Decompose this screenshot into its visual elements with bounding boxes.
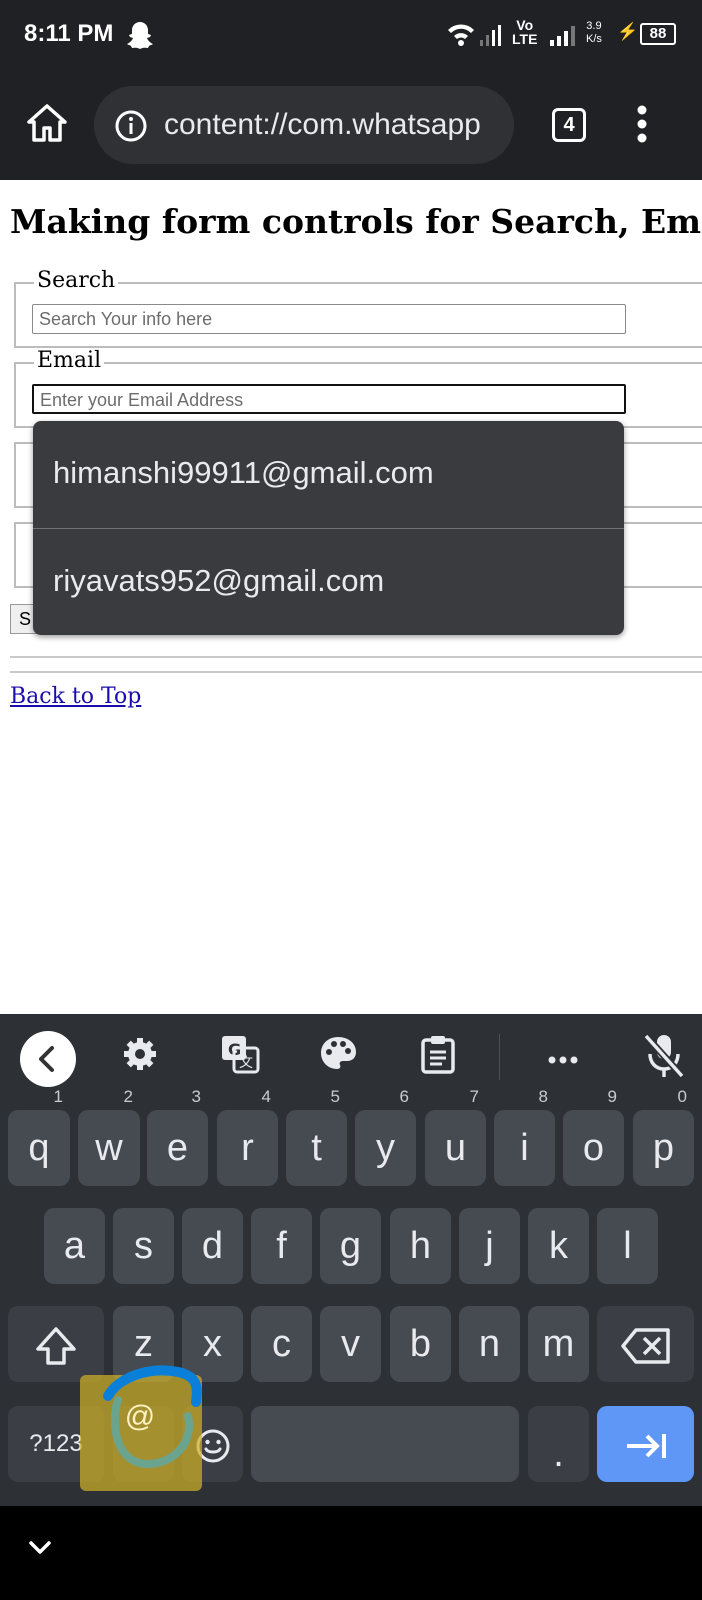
- key-label: w: [95, 1127, 123, 1169]
- signal-icon: [548, 24, 578, 53]
- key-w[interactable]: w2: [78, 1088, 140, 1186]
- key-c[interactable]: c: [251, 1306, 312, 1382]
- email-input[interactable]: Enter your Email Address: [32, 384, 626, 414]
- key-label: y: [376, 1127, 395, 1169]
- key-hint: 9: [607, 1087, 617, 1106]
- key-label: q: [28, 1127, 50, 1169]
- period-label: .: [553, 1433, 564, 1475]
- key-hint: 8: [538, 1087, 548, 1106]
- key-e[interactable]: e3: [147, 1088, 208, 1186]
- email-fieldset: Email Enter your Email Address: [14, 348, 702, 428]
- key-s[interactable]: s: [113, 1208, 174, 1284]
- key-r[interactable]: r4: [217, 1088, 278, 1186]
- more-vert-icon[interactable]: [636, 104, 648, 149]
- key-label: p: [652, 1127, 675, 1169]
- key-label: t: [311, 1127, 322, 1169]
- divider: [10, 671, 702, 673]
- email-legend: Email: [34, 348, 105, 373]
- shift-icon: [33, 1323, 79, 1365]
- search-fieldset: Search Search Your info here: [14, 268, 702, 348]
- key-b[interactable]: b: [390, 1306, 451, 1382]
- translate-icon[interactable]: G文: [220, 1034, 260, 1079]
- backspace-key[interactable]: [597, 1306, 694, 1382]
- period-key[interactable]: .: [528, 1406, 589, 1482]
- browser-toolbar: content://com.whatsapp 4: [0, 72, 702, 180]
- clipboard-icon[interactable]: [420, 1034, 456, 1079]
- key-a[interactable]: a: [44, 1208, 105, 1284]
- back-icon[interactable]: [20, 1031, 76, 1087]
- key-m[interactable]: m: [528, 1306, 589, 1382]
- svg-text:文: 文: [239, 1055, 253, 1071]
- search-legend: Search: [34, 268, 119, 293]
- volte-top: Vo: [516, 17, 534, 33]
- key-d[interactable]: d: [182, 1208, 243, 1284]
- tab-switcher-button[interactable]: 4: [552, 108, 586, 142]
- chevron-down-icon[interactable]: [28, 1540, 52, 1561]
- key-o[interactable]: o9: [563, 1088, 624, 1186]
- status-bar: 8:11 PM Vo LTE 3.9 K/s ⚡ 88: [0, 0, 702, 72]
- tab-next-icon: [623, 1423, 669, 1465]
- settings-icon[interactable]: [120, 1034, 160, 1079]
- key-g[interactable]: g: [320, 1208, 381, 1284]
- mic-off-icon[interactable]: [642, 1032, 686, 1085]
- key-hint: 3: [191, 1087, 201, 1106]
- key-f[interactable]: f: [251, 1208, 312, 1284]
- charging-icon: ⚡: [617, 22, 639, 41]
- snapchat-icon: [126, 20, 154, 55]
- key-label: u: [444, 1127, 467, 1169]
- autofill-option[interactable]: himanshi99911@gmail.com: [33, 421, 624, 525]
- next-key[interactable]: [597, 1406, 694, 1482]
- autofill-option[interactable]: riyavats952@gmail.com: [33, 529, 624, 633]
- key-t[interactable]: t5: [286, 1088, 347, 1186]
- key-hint: 1: [53, 1087, 63, 1106]
- palette-icon[interactable]: [318, 1034, 358, 1079]
- battery-indicator: 88: [640, 23, 676, 45]
- navigation-bar: [0, 1506, 702, 1600]
- key-label: r: [241, 1127, 254, 1169]
- key-label: o: [582, 1127, 605, 1169]
- key-y[interactable]: y6: [355, 1088, 416, 1186]
- key-u[interactable]: u7: [425, 1088, 486, 1186]
- key-hint: 7: [469, 1087, 479, 1106]
- speed-value: 3.9: [586, 20, 602, 32]
- info-icon[interactable]: [114, 109, 148, 148]
- key-p[interactable]: p0: [633, 1088, 694, 1186]
- wifi-icon: [446, 20, 506, 55]
- key-l[interactable]: l: [597, 1208, 658, 1284]
- toolbar-divider: [499, 1034, 500, 1080]
- volte-bottom: LTE: [512, 31, 538, 47]
- key-v[interactable]: v: [320, 1306, 381, 1382]
- key-hint: 4: [261, 1087, 271, 1106]
- key-label: e: [166, 1127, 189, 1169]
- clock: 8:11 PM: [24, 20, 114, 47]
- search-input[interactable]: Search Your info here: [32, 304, 626, 334]
- backspace-icon: [620, 1323, 672, 1365]
- key-h[interactable]: h: [390, 1208, 451, 1284]
- key-hint: 5: [330, 1087, 340, 1106]
- net-speed: 3.9 K/s: [586, 20, 602, 46]
- speed-unit: K/s: [586, 33, 602, 45]
- key-i[interactable]: i8: [494, 1088, 555, 1186]
- key-hint: 0: [677, 1087, 687, 1106]
- key-hint: 6: [399, 1087, 409, 1106]
- volte-badge: Vo LTE: [512, 18, 537, 46]
- key-label: i: [520, 1127, 529, 1169]
- back-to-top-link[interactable]: Back to Top: [10, 684, 141, 709]
- url-bar[interactable]: content://com.whatsapp: [94, 86, 514, 164]
- page-title: Making form controls for Search, Email,: [10, 202, 702, 241]
- more-icon[interactable]: [548, 1052, 578, 1070]
- key-q[interactable]: q1: [8, 1088, 70, 1186]
- key-hint: 2: [123, 1087, 133, 1106]
- home-icon[interactable]: [26, 102, 68, 149]
- keyboard-toolbar: G文: [0, 1014, 702, 1100]
- url-text: content://com.whatsapp: [164, 108, 481, 141]
- divider: [10, 656, 702, 658]
- at-key-label: @: [124, 1400, 156, 1433]
- autofill-dropdown: himanshi99911@gmail.com riyavats952@gmai…: [33, 421, 624, 635]
- key-k[interactable]: k: [528, 1208, 589, 1284]
- space-bar[interactable]: [251, 1406, 519, 1482]
- key-j[interactable]: j: [459, 1208, 520, 1284]
- key-n[interactable]: n: [459, 1306, 520, 1382]
